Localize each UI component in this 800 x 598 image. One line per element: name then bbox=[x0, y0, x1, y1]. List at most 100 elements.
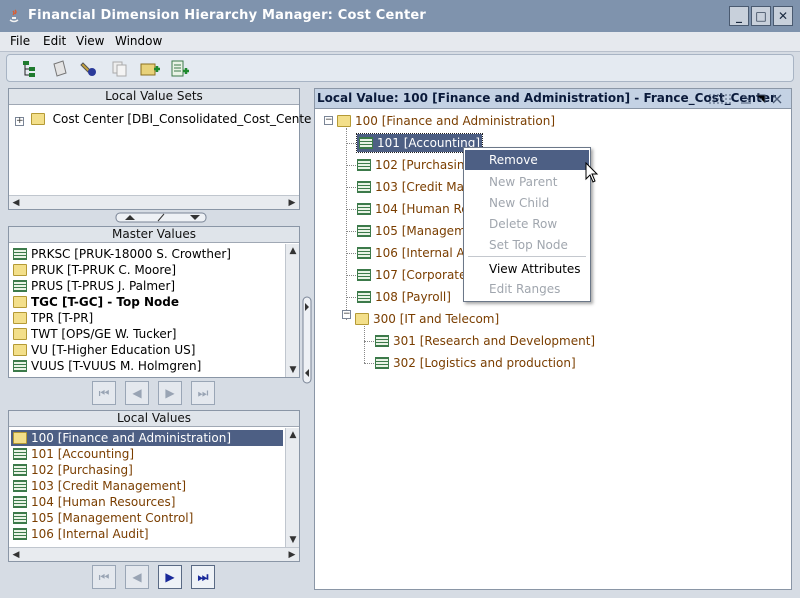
menu-item-new-parent: New Parent bbox=[489, 175, 558, 189]
local-value-item[interactable]: 104 [Human Resources] bbox=[11, 494, 283, 510]
last-button[interactable]: ⏭ bbox=[191, 381, 215, 405]
mouse-cursor-icon bbox=[585, 162, 599, 183]
tree-node-label: 105 [Manageme bbox=[375, 224, 474, 238]
local-value-item[interactable]: 102 [Purchasing] bbox=[11, 462, 283, 478]
local-value-item[interactable]: 103 [Credit Management] bbox=[11, 478, 283, 494]
local-value-label: 106 [Internal Audit] bbox=[31, 527, 149, 541]
maximize-button[interactable]: □ bbox=[751, 6, 771, 26]
scroll-up-icon[interactable]: ▲ bbox=[286, 428, 300, 442]
master-value-item[interactable]: PRKSC [PRUK-18000 S. Crowther] bbox=[13, 246, 231, 262]
tree-node[interactable]: 106 [Internal Aud bbox=[357, 244, 480, 262]
minimize-button[interactable]: _ bbox=[729, 6, 749, 26]
next-button[interactable]: ▶ bbox=[158, 381, 182, 405]
document-icon bbox=[13, 448, 27, 460]
tree-node[interactable]: 104 [Human Res bbox=[357, 200, 475, 218]
last-button[interactable]: ⏭ bbox=[191, 565, 215, 589]
tree-node[interactable]: 108 [Payroll] bbox=[357, 288, 451, 306]
menu-edit[interactable]: Edit bbox=[43, 34, 66, 48]
menu-window[interactable]: Window bbox=[115, 34, 162, 48]
vertical-scrollbar[interactable]: ▲ ▼ bbox=[285, 428, 299, 547]
copy-icon[interactable] bbox=[110, 59, 130, 79]
collapse-icon[interactable]: − bbox=[342, 310, 351, 319]
collapse-icon[interactable]: − bbox=[324, 116, 333, 125]
document-icon bbox=[13, 528, 27, 540]
master-value-item[interactable]: VUUS [T-VUUS M. Holmgren] bbox=[13, 358, 201, 374]
horizontal-scrollbar[interactable]: ◀ ▶ bbox=[9, 547, 299, 561]
next-button[interactable]: ▶ bbox=[158, 565, 182, 589]
tree-node[interactable]: 300 [IT and Telecom] bbox=[355, 310, 499, 328]
tree-node[interactable]: 105 [Manageme bbox=[357, 222, 473, 240]
vertical-scrollbar[interactable]: ▲ ▼ bbox=[285, 244, 299, 377]
tree-node[interactable]: 103 [Credit Mana bbox=[357, 178, 479, 196]
master-value-label: TWT [OPS/GE W. Tucker] bbox=[31, 327, 177, 341]
drag-grip-icon[interactable] bbox=[709, 94, 731, 104]
local-value-sets-title: Local Value Sets bbox=[9, 89, 299, 105]
close-panel-icon[interactable] bbox=[772, 94, 782, 104]
scroll-left-icon[interactable]: ◀ bbox=[9, 548, 23, 562]
tree-line bbox=[346, 128, 347, 320]
toolbar bbox=[6, 54, 794, 82]
tree-line bbox=[364, 326, 365, 363]
tree-node[interactable]: 301 [Research and Development] bbox=[375, 332, 595, 350]
value-set-item[interactable]: + Cost Center [DBI_Consolidated_Cost_Cen… bbox=[15, 111, 311, 127]
window-title: Financial Dimension Hierarchy Manager: C… bbox=[28, 8, 427, 23]
master-value-label: PRKSC [PRUK-18000 S. Crowther] bbox=[31, 247, 231, 261]
scroll-right-icon[interactable]: ▶ bbox=[285, 196, 299, 210]
document-icon bbox=[357, 203, 371, 215]
vertical-splitter[interactable] bbox=[302, 295, 312, 385]
document-icon bbox=[357, 159, 371, 171]
tree-node[interactable]: 107 [Corporate S bbox=[357, 266, 478, 284]
local-value-label: 100 [Finance and Administration] bbox=[31, 431, 232, 445]
folder-icon bbox=[13, 312, 27, 324]
add-document-icon[interactable] bbox=[170, 59, 190, 79]
minimize-panel-icon[interactable] bbox=[741, 94, 751, 104]
splitter-grip-icon[interactable] bbox=[8, 210, 300, 226]
master-value-item[interactable]: PRUS [T-PRUS J. Palmer] bbox=[13, 278, 175, 294]
menu-view[interactable]: View bbox=[76, 34, 104, 48]
document-icon bbox=[13, 480, 27, 492]
previous-button[interactable]: ◀ bbox=[125, 565, 149, 589]
scroll-right-icon[interactable]: ▶ bbox=[285, 548, 299, 562]
expand-icon[interactable]: + bbox=[15, 117, 24, 126]
master-value-item[interactable]: PRUK [T-PRUK C. Moore] bbox=[13, 262, 176, 278]
tree-node[interactable]: 102 [Purchasing bbox=[357, 156, 472, 174]
document-icon bbox=[13, 280, 27, 292]
local-value-item[interactable]: 106 [Internal Audit] bbox=[11, 526, 283, 542]
notepad-icon[interactable] bbox=[50, 59, 70, 79]
tree-node-root[interactable]: 100 [Finance and Administration] bbox=[337, 112, 555, 130]
local-value-label: 102 [Purchasing] bbox=[31, 463, 133, 477]
first-button[interactable]: ⏮ bbox=[92, 565, 116, 589]
splitter-grip-icon[interactable] bbox=[302, 295, 312, 385]
document-icon bbox=[357, 269, 371, 281]
close-button[interactable]: ✕ bbox=[773, 6, 793, 26]
local-value-item[interactable]: 105 [Management Control] bbox=[11, 510, 283, 526]
document-icon bbox=[357, 291, 371, 303]
local-value-label: 104 [Human Resources] bbox=[31, 495, 176, 509]
scroll-up-icon[interactable]: ▲ bbox=[286, 244, 300, 258]
menu-item-remove[interactable]: Remove bbox=[465, 150, 589, 170]
scroll-left-icon[interactable]: ◀ bbox=[9, 196, 23, 210]
horizontal-scrollbar[interactable]: ◀ ▶ bbox=[9, 195, 299, 209]
menu-file[interactable]: File bbox=[10, 34, 30, 48]
scroll-down-icon[interactable]: ▼ bbox=[286, 533, 300, 547]
tree-node[interactable]: 302 [Logistics and production] bbox=[375, 354, 576, 372]
previous-button[interactable]: ◀ bbox=[125, 381, 149, 405]
menu-item-view-attributes[interactable]: View Attributes bbox=[465, 259, 589, 279]
master-value-item[interactable]: TPR [T-PR] bbox=[13, 310, 93, 326]
folder-icon bbox=[13, 432, 27, 444]
master-value-item[interactable]: VU [T-Higher Education US] bbox=[13, 342, 195, 358]
splitter[interactable] bbox=[8, 210, 300, 226]
hierarchy-icon[interactable] bbox=[20, 59, 40, 79]
local-value-item[interactable]: 100 [Finance and Administration] bbox=[11, 430, 283, 446]
document-icon bbox=[13, 512, 27, 524]
master-value-item[interactable]: TGC [T-GC] - Top Node bbox=[13, 294, 179, 310]
tree-node-label: 100 [Finance and Administration] bbox=[355, 114, 556, 128]
first-button[interactable]: ⏮ bbox=[92, 381, 116, 405]
add-folder-icon[interactable] bbox=[140, 59, 160, 79]
restore-panel-icon[interactable] bbox=[757, 94, 766, 103]
document-icon bbox=[359, 137, 373, 149]
local-value-item[interactable]: 101 [Accounting] bbox=[11, 446, 283, 462]
scroll-down-icon[interactable]: ▼ bbox=[286, 363, 300, 377]
master-value-item[interactable]: TWT [OPS/GE W. Tucker] bbox=[13, 326, 176, 342]
flashlight-icon[interactable] bbox=[80, 59, 100, 79]
